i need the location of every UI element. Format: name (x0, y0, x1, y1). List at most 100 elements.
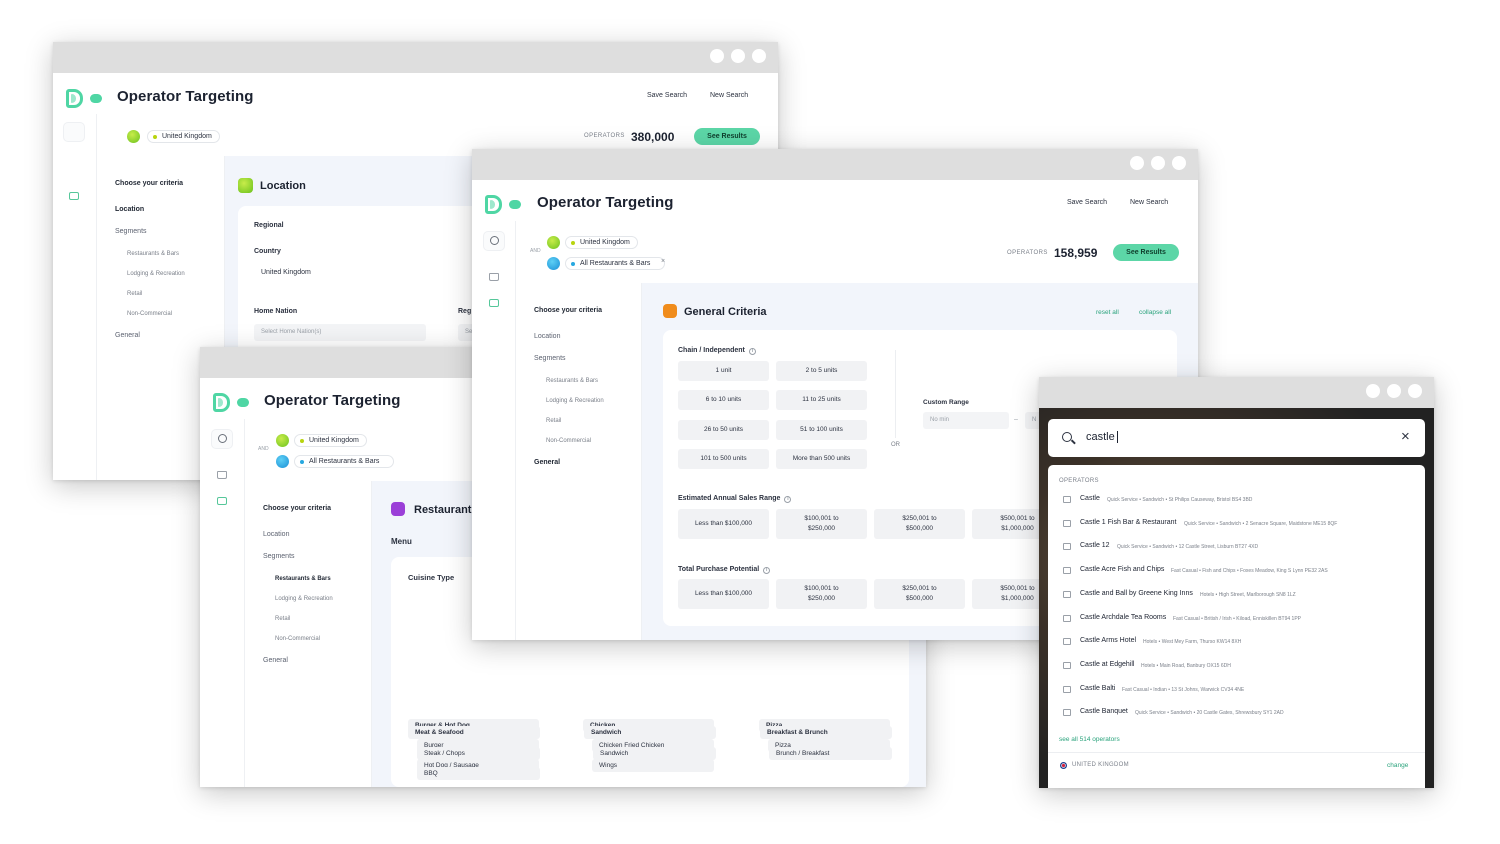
window-control[interactable] (1130, 156, 1144, 170)
cuisine-meat-seafood[interactable]: Meat & Seafood (408, 726, 540, 739)
filter-pill-segment[interactable]: All Restaurants & Bars (565, 257, 666, 270)
search-result-row[interactable]: Castle Banquet Quick Service • Sandwich •… (1048, 703, 1425, 723)
units-option[interactable]: 51 to 100 units (776, 420, 867, 440)
nav-non-commercial[interactable]: Non-Commercial (546, 438, 591, 444)
search-box[interactable]: castle × (1048, 419, 1425, 457)
nav-location[interactable]: Location (115, 206, 144, 213)
cuisine-item[interactable]: Brunch / Breakfast (769, 747, 892, 760)
home-icon[interactable] (489, 273, 499, 281)
window-titlebar (472, 149, 1198, 180)
info-icon[interactable]: i (763, 567, 771, 574)
units-option[interactable]: 26 to 50 units (678, 420, 769, 440)
save-search-link[interactable]: Save Search (1067, 199, 1107, 206)
search-result-row[interactable]: Castle Archdale Tea Rooms Fast Casual • B… (1048, 609, 1425, 629)
cuisine-sandwich[interactable]: Sandwich (584, 726, 716, 739)
save-search-link[interactable]: Save Search (647, 92, 687, 99)
window-control[interactable] (752, 49, 766, 63)
filter-pill-segment[interactable]: All Restaurants & Bars (294, 455, 395, 468)
units-option[interactable]: 101 to 500 units (678, 449, 769, 469)
nav-segments[interactable]: Segments (115, 228, 147, 235)
window-titlebar (1039, 377, 1434, 408)
search-result-row[interactable]: Castle and Ball by Greene King Inns Hotel… (1048, 585, 1425, 605)
window-control[interactable] (710, 49, 724, 63)
collapse-all-link[interactable]: collapse all (1139, 309, 1171, 316)
nav-general[interactable]: General (534, 459, 560, 466)
cuisine-item[interactable]: Sandwich (593, 747, 716, 760)
nav-restaurants-bars[interactable]: Restaurants & Bars (127, 251, 179, 257)
nav-restaurants-bars[interactable]: Restaurants & Bars (275, 576, 331, 582)
new-search-link[interactable]: New Search (1130, 199, 1168, 206)
nav-location[interactable]: Location (534, 333, 560, 340)
nav-retail[interactable]: Retail (546, 418, 561, 424)
nav-lodging-recreation[interactable]: Lodging & Recreation (546, 398, 604, 404)
sales-option[interactable]: $100,001 to $250,000 (776, 509, 867, 539)
units-option[interactable]: More than 500 units (776, 449, 867, 469)
nav-restaurants-bars[interactable]: Restaurants & Bars (546, 378, 598, 384)
nav-lodging-recreation[interactable]: Lodging & Recreation (127, 271, 185, 277)
search-icon[interactable] (490, 236, 499, 245)
search-result-row[interactable]: Castle 1 Fish Bar & Restaurant Quick Serv… (1048, 514, 1425, 534)
window-control[interactable] (1172, 156, 1186, 170)
cuisine-breakfast-brunch[interactable]: Breakfast & Brunch (760, 726, 892, 739)
sales-label: Estimated Annual Sales Range i (678, 495, 792, 503)
page-title: Operator Targeting (264, 392, 401, 409)
search-result-row[interactable]: Castle Quick Service • Sandwich • St Phil… (1048, 490, 1425, 510)
units-option[interactable]: 6 to 10 units (678, 390, 769, 410)
nav-location[interactable]: Location (263, 531, 289, 538)
new-search-link[interactable]: New Search (710, 92, 748, 99)
nav-retail[interactable]: Retail (127, 291, 142, 297)
cuisine-item[interactable]: Steak / Chops (417, 747, 540, 760)
sales-option[interactable]: Less than $100,000 (678, 509, 769, 539)
search-result-row[interactable]: Castle Arms Hotel Hotels • West Mey Farm,… (1048, 632, 1425, 652)
filter-pill-location[interactable]: United Kingdom (147, 130, 220, 143)
info-icon[interactable]: i (784, 496, 792, 503)
cuisine-item[interactable]: BBQ (417, 767, 540, 780)
window-control[interactable] (1366, 384, 1380, 398)
window-control[interactable] (1387, 384, 1401, 398)
brand-logo (66, 89, 106, 109)
search-result-row[interactable]: Castle at Edgehill Hotels • Main Road, Ba… (1048, 656, 1425, 676)
nav-general[interactable]: General (263, 657, 288, 664)
remove-filter-icon[interactable]: × (661, 258, 665, 265)
see-results-button[interactable]: See Results (694, 128, 760, 145)
filter-pill-location[interactable]: United Kingdom (294, 434, 367, 447)
or-divider (895, 350, 896, 438)
window-control[interactable] (1151, 156, 1165, 170)
home-nation-select[interactable]: Select Home Nation(s) (254, 324, 426, 341)
change-country-link[interactable]: change (1387, 762, 1408, 769)
nav-retail[interactable]: Retail (275, 616, 290, 622)
units-option[interactable]: 11 to 25 units (776, 390, 867, 410)
info-icon[interactable]: i (748, 348, 756, 355)
clear-search-icon[interactable]: × (1401, 428, 1410, 445)
nav-lodging-recreation[interactable]: Lodging & Recreation (275, 596, 333, 602)
see-all-operators-link[interactable]: see all 514 operators (1059, 736, 1120, 743)
filter-pill-location[interactable]: United Kingdom (565, 236, 638, 249)
search-result-row[interactable]: Castle Balti Fast Casual • Indian • 13 St… (1048, 680, 1425, 700)
home-icon[interactable] (217, 471, 227, 479)
units-option[interactable]: 1 unit (678, 361, 769, 381)
purchase-option[interactable]: $250,001 to $500,000 (874, 579, 965, 609)
search-icon-handle (1071, 439, 1076, 445)
sales-option[interactable]: $250,001 to $500,000 (874, 509, 965, 539)
purchase-option[interactable]: $100,001 to $250,000 (776, 579, 867, 609)
nav-general[interactable]: General (115, 332, 140, 339)
units-option[interactable]: 2 to 5 units (776, 361, 867, 381)
search-input[interactable]: castle (1086, 431, 1118, 443)
store-icon[interactable] (489, 299, 499, 307)
nav-segments[interactable]: Segments (534, 355, 566, 362)
store-icon[interactable] (69, 192, 79, 200)
search-icon[interactable] (218, 434, 227, 443)
store-icon[interactable] (217, 497, 227, 505)
nav-non-commercial[interactable]: Non-Commercial (275, 636, 320, 642)
reset-all-link[interactable]: reset all (1096, 309, 1119, 316)
window-control[interactable] (731, 49, 745, 63)
purchase-option[interactable]: Less than $100,000 (678, 579, 769, 609)
see-results-button[interactable]: See Results (1113, 244, 1179, 261)
nav-segments[interactable]: Segments (263, 553, 295, 560)
window-control[interactable] (1408, 384, 1422, 398)
result-meta: Quick Service • Sandwich • St Philips Ca… (1107, 497, 1253, 503)
search-result-row[interactable]: Castle Acre Fish and Chips Fast Casual • … (1048, 561, 1425, 581)
nav-non-commercial[interactable]: Non-Commercial (127, 311, 172, 317)
search-result-row[interactable]: Castle 12 Quick Service • Sandwich • 12 C… (1048, 537, 1425, 557)
min-input[interactable]: No min (923, 412, 1009, 429)
